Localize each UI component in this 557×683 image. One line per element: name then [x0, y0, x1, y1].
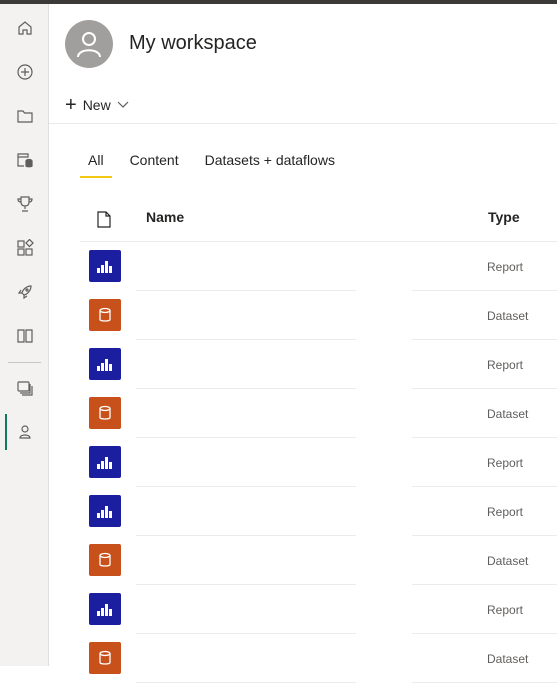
- left-navigation: [0, 4, 49, 666]
- table-row[interactable]: Dataset: [80, 291, 557, 340]
- avatar: [65, 20, 113, 68]
- column-header-type[interactable]: Type: [488, 209, 520, 225]
- type-cell: Dataset: [487, 554, 529, 568]
- item-type-tile: [89, 348, 121, 380]
- page-title: My workspace: [129, 32, 257, 54]
- learn-icon[interactable]: [0, 274, 49, 310]
- create-icon[interactable]: [0, 54, 49, 90]
- table-row[interactable]: Report: [80, 585, 557, 634]
- new-button[interactable]: + New: [65, 93, 129, 117]
- report-icon: [97, 457, 112, 469]
- content-tabs: All Content Datasets + dataflows: [80, 150, 353, 178]
- tab-all[interactable]: All: [80, 150, 112, 178]
- plus-icon: +: [65, 94, 77, 116]
- dataset-icon: [99, 307, 111, 322]
- my-workspace-icon[interactable]: [0, 414, 49, 450]
- chevron-down-icon: [117, 101, 129, 108]
- table-header: Name Type: [80, 199, 557, 242]
- browse-icon[interactable]: [0, 98, 49, 134]
- table-row[interactable]: Report: [80, 340, 557, 389]
- dataset-icon: [99, 405, 111, 420]
- item-type-tile: [89, 642, 121, 674]
- type-cell: Dataset: [487, 309, 529, 323]
- type-cell: Report: [487, 456, 524, 470]
- toolbar-divider: [49, 123, 557, 124]
- item-type-tile: [89, 446, 121, 478]
- table-row[interactable]: Report: [80, 242, 557, 291]
- report-icon: [97, 506, 112, 518]
- apps-icon[interactable]: [0, 230, 49, 266]
- table-row[interactable]: Report: [80, 487, 557, 536]
- type-cell: Report: [487, 505, 524, 519]
- report-icon: [97, 359, 112, 371]
- workspaces-icon[interactable]: [0, 370, 49, 406]
- item-type-tile: [89, 544, 121, 576]
- type-cell: Report: [487, 358, 524, 372]
- item-type-tile: [89, 397, 121, 429]
- type-cell: Report: [487, 260, 524, 274]
- table-body: Report Dataset Report Dataset Report Report Da…: [80, 242, 557, 683]
- person-icon: [77, 32, 101, 58]
- report-icon: [97, 604, 112, 616]
- tab-all-label: All: [88, 152, 104, 168]
- data-hub-icon[interactable]: [0, 142, 49, 178]
- tab-datasets-label: Datasets + dataflows: [204, 152, 335, 168]
- nav-divider: [8, 362, 41, 363]
- type-cell: Dataset: [487, 407, 529, 421]
- book-icon[interactable]: [0, 318, 49, 354]
- file-type-icon: [97, 211, 111, 228]
- item-type-tile: [89, 593, 121, 625]
- tab-content[interactable]: Content: [122, 150, 187, 178]
- item-type-tile: [89, 495, 121, 527]
- type-cell: Dataset: [487, 652, 529, 666]
- table-row[interactable]: Dataset: [80, 634, 557, 683]
- tab-datasets-dataflows[interactable]: Datasets + dataflows: [197, 150, 343, 178]
- dataset-icon: [99, 552, 111, 567]
- new-button-label: New: [82, 97, 111, 113]
- home-icon[interactable]: [0, 10, 49, 46]
- tab-content-label: Content: [129, 152, 179, 168]
- table-row[interactable]: Report: [80, 438, 557, 487]
- dataset-icon: [99, 650, 111, 665]
- report-icon: [97, 261, 112, 273]
- type-cell: Report: [487, 603, 524, 617]
- item-type-tile: [89, 250, 121, 282]
- item-type-tile: [89, 299, 121, 331]
- table-row[interactable]: Dataset: [80, 389, 557, 438]
- table-row[interactable]: Dataset: [80, 536, 557, 585]
- content-table: Name Type Report Dataset Report Dataset Repo…: [80, 199, 557, 683]
- main-content: My workspace + New All Content Datasets …: [49, 4, 557, 683]
- column-header-name[interactable]: Name: [146, 209, 184, 225]
- goals-icon[interactable]: [0, 186, 49, 222]
